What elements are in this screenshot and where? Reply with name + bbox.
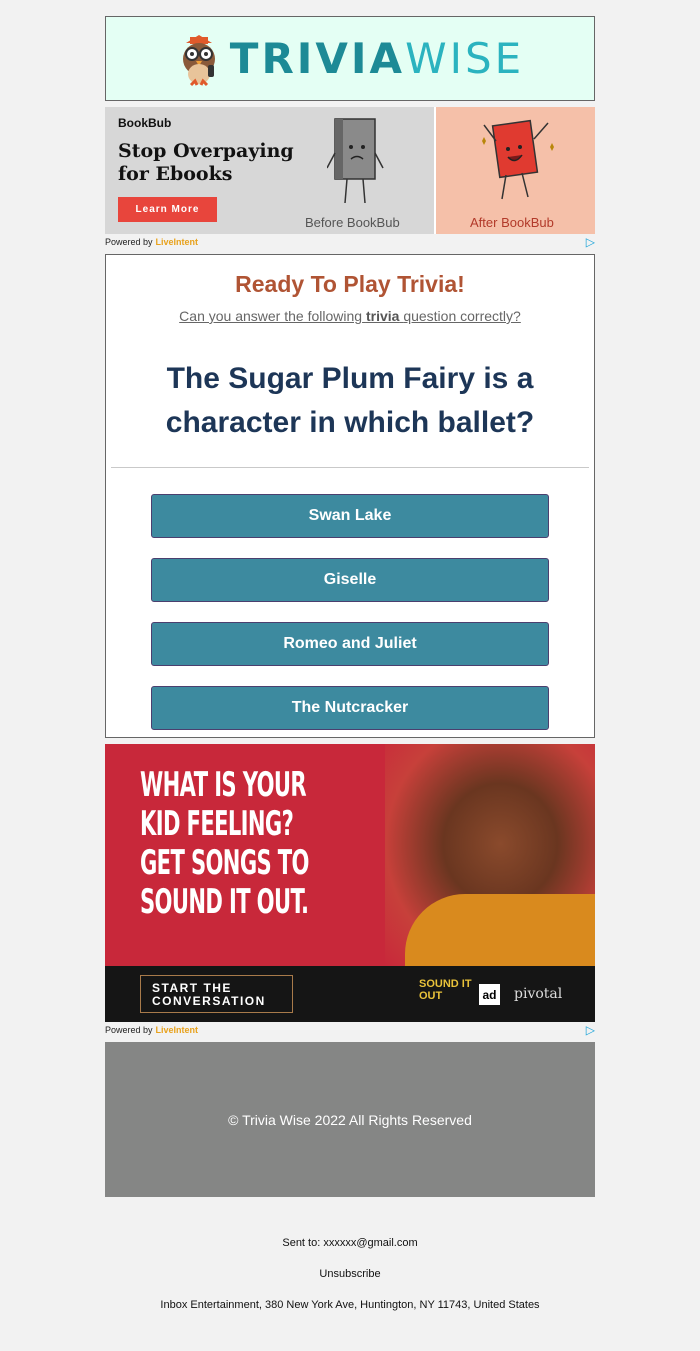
powered-by-prefix-2: Powered by <box>105 1024 153 1035</box>
pivotal-logo: pivotal <box>514 986 563 1002</box>
answer-list: Swan Lake Giselle Romeo and Juliet The N… <box>106 494 594 730</box>
answer-button-the-nutcracker[interactable]: The Nutcracker <box>151 686 549 730</box>
copyright-text: © Trivia Wise 2022 All Rights Reserved <box>228 1111 472 1128</box>
sent-to-text: Sent to: xxxxxx@gmail.com <box>282 1237 418 1249</box>
answer-button-swan-lake[interactable]: Swan Lake <box>151 494 549 538</box>
ad2-headline: WHAT IS YOUR KID FEELING? GET SONGS TO S… <box>140 766 309 922</box>
ad1-brand: BookBub <box>118 116 172 130</box>
owl-icon <box>182 34 215 86</box>
logo-wordmark: TRIVIAWISE <box>230 34 524 83</box>
cta-line2: CONVERSATION <box>152 994 266 1008</box>
bookbub-ad[interactable]: BookBub Stop Overpaying for Ebooks Learn… <box>105 107 595 234</box>
ad2-line4: SOUND IT OUT. <box>140 882 309 922</box>
ad1-headline-line2: for Ebooks <box>118 163 233 185</box>
trivia-subheading[interactable]: Can you answer the following trivia ques… <box>106 308 594 324</box>
sad-book-icon <box>327 118 384 204</box>
ad1-headline-line1: Stop Overpaying <box>118 140 294 162</box>
start-conversation-button[interactable]: START THE CONVERSATION <box>140 975 293 1013</box>
ad2-bottom-bar: START THE CONVERSATION SOUND IT OUT ad p… <box>105 966 595 1022</box>
logo[interactable]: TRIVIAWISE <box>176 29 524 89</box>
happy-book-icon <box>482 119 554 200</box>
sound-it-out-logo: SOUND IT OUT <box>419 978 472 1002</box>
trivia-card: Ready To Play Trivia! Can you answer the… <box>105 254 595 738</box>
learn-more-button[interactable]: Learn More <box>118 197 217 222</box>
answer-button-giselle[interactable]: Giselle <box>151 558 549 602</box>
header-banner[interactable]: TRIVIAWISE <box>105 16 595 101</box>
footer-box: © Trivia Wise 2022 All Rights Reserved <box>105 1042 595 1197</box>
trivia-heading: Ready To Play Trivia! <box>235 271 465 297</box>
address-text: Inbox Entertainment, 380 New York Ave, H… <box>160 1299 540 1311</box>
sound-it-out-ad[interactable]: WHAT IS YOUR KID FEELING? GET SONGS TO S… <box>105 744 595 1022</box>
ad1-left-panel: BookBub Stop Overpaying for Ebooks Learn… <box>105 107 434 234</box>
ad-council-logo: ad <box>479 984 500 1005</box>
powered-by-bar-2: Powered by LiveIntent ▷ <box>105 1023 595 1037</box>
liveintent-logo[interactable]: LiveIntent <box>156 237 199 247</box>
trivia-question: The Sugar Plum Fairy is a character in w… <box>165 362 535 439</box>
answer-button-romeo-and-juliet[interactable]: Romeo and Juliet <box>151 622 549 666</box>
ad2-line3: GET SONGS TO <box>140 843 309 883</box>
subheading-post: question correctly? <box>403 308 521 324</box>
logo-part1: TRIVIA <box>229 34 406 83</box>
sound-it-out-line1: SOUND IT <box>419 978 472 990</box>
subheading-pre: Can you answer the following <box>179 308 363 324</box>
subheading-bold: trivia <box>365 308 400 324</box>
ad2-line1: WHAT IS YOUR <box>140 765 307 805</box>
ad1-before-label: Before BookBub <box>305 215 400 230</box>
ad2-photo-sweater <box>405 894 595 966</box>
powered-by-bar-1: Powered by LiveIntent ▷ <box>105 235 595 249</box>
adchoices-icon-2[interactable]: ▷ <box>586 1023 595 1037</box>
unsubscribe-link[interactable]: Unsubscribe <box>0 1268 700 1280</box>
ad1-right-panel: After BookBub <box>434 107 595 234</box>
powered-by-prefix: Powered by <box>105 236 153 247</box>
sound-it-out-line2: OUT <box>419 990 443 1002</box>
liveintent-logo-2[interactable]: LiveIntent <box>156 1025 199 1035</box>
adchoices-icon[interactable]: ▷ <box>586 235 595 249</box>
ad1-after-label: After BookBub <box>470 215 554 230</box>
logo-part2: WISE <box>405 34 525 83</box>
ad2-line2: KID FEELING? <box>140 804 294 844</box>
ad1-headline: Stop Overpaying for Ebooks <box>118 140 298 186</box>
divider <box>111 467 589 468</box>
